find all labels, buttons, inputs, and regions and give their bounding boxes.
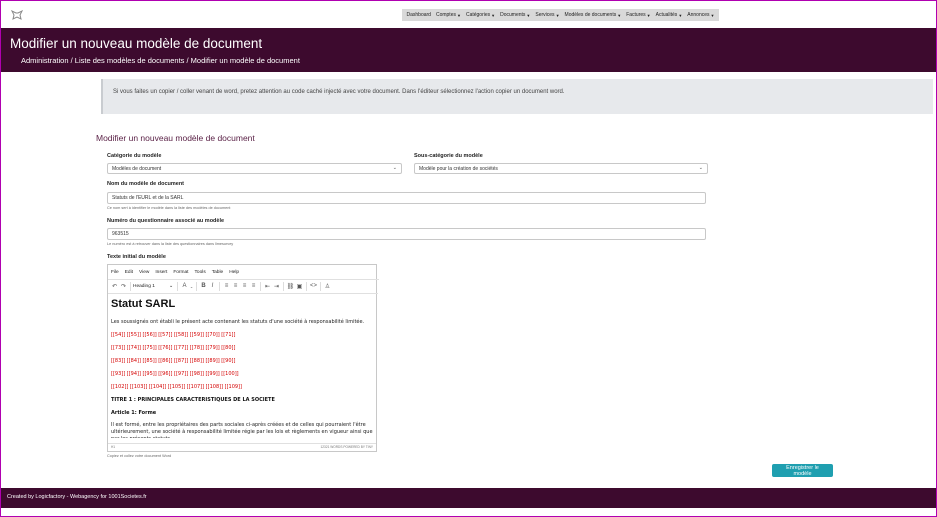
notice-text: Si vous faites un copier / coller venant…: [113, 89, 565, 95]
text-label: Texte initial du modèle: [107, 254, 166, 260]
nav-services[interactable]: Services ▼: [533, 12, 562, 18]
toolbar-divider: [260, 281, 261, 291]
main-nav: Dashboard Comptes ▼ Catégories ▼ Documents…: [402, 9, 719, 21]
doc-title-1: TITRE 1 : PRINCIPALES CARACTERISTIQUES D…: [111, 397, 275, 403]
toolbar-divider: [196, 281, 197, 291]
doc-article-1: Article 1: Forme: [111, 410, 157, 416]
toolbar-divider: [130, 281, 131, 291]
survey-label: Numéro du questionnaire associé au modèl…: [107, 218, 225, 224]
footer-text: Created by Logicfactory - Webagency for …: [7, 494, 147, 500]
align-left-icon[interactable]: ≡: [222, 283, 231, 289]
form-title: Modifier un nouveau modèle de document: [96, 133, 255, 143]
align-center-icon[interactable]: ≡: [231, 283, 240, 289]
rich-text-editor[interactable]: File Edit View Insert Format Tools Table…: [107, 264, 379, 452]
nav-documents[interactable]: Documents ▼: [498, 12, 533, 18]
menu-insert[interactable]: Insert: [155, 270, 167, 275]
doc-intro: Les soussignés ont établi le présent act…: [111, 319, 365, 325]
text-color-icon[interactable]: A: [180, 283, 189, 289]
toolbar-divider: [177, 281, 178, 291]
subcategory-value: Modèle pour la création de sociétés: [419, 166, 498, 172]
caret-down-icon: ▼: [526, 12, 531, 18]
bold-icon[interactable]: B: [199, 283, 208, 289]
editor-menubar: File Edit View Insert Format Tools Table…: [108, 265, 379, 280]
field-line: [[54]] [[55]] [[56]] [[57]] [[58]] [[59]…: [111, 332, 236, 338]
menu-table[interactable]: Table: [212, 270, 223, 275]
caret-down-icon: ▼: [617, 12, 622, 18]
italic-icon[interactable]: I: [208, 283, 217, 289]
redo-icon[interactable]: ↷: [119, 283, 128, 290]
menu-file[interactable]: File: [111, 270, 119, 275]
block-format-value: Heading 1: [133, 283, 155, 289]
code-icon[interactable]: <>: [309, 283, 318, 289]
nav-modeles[interactable]: Modèles de documents ▼: [562, 12, 624, 18]
doc-heading: Statut SARL: [111, 298, 176, 310]
editor-content[interactable]: Statut SARL Les soussignés ont établi le…: [111, 298, 373, 438]
nav-dashboard[interactable]: Dashboard: [404, 12, 433, 18]
link-icon[interactable]: ⛓: [286, 283, 295, 290]
align-right-icon[interactable]: ≡: [240, 283, 249, 289]
caret-down-icon: ▼: [456, 12, 461, 18]
word-count: 12321 WORDS POWERED BY TINY: [320, 445, 374, 449]
menu-format[interactable]: Format: [173, 270, 188, 275]
menu-edit[interactable]: Edit: [125, 270, 133, 275]
chevron-down-icon: ⌄: [392, 165, 397, 171]
name-input[interactable]: Statuts de l'EURL et de la SARL: [107, 192, 706, 204]
logo-icon[interactable]: [10, 8, 24, 20]
survey-input[interactable]: 963515: [107, 228, 706, 240]
toolbar-divider: [320, 281, 321, 291]
nav-factures[interactable]: Factures ▼: [624, 12, 653, 18]
chevron-down-icon: ⌄: [168, 283, 173, 289]
text-help: Copiez et collez votre document Word: [107, 454, 172, 458]
survey-help: Le numéro est à retrouver dans la liste …: [107, 242, 234, 246]
align-justify-icon[interactable]: ≡: [249, 283, 258, 289]
category-value: Modèles de document: [112, 166, 162, 172]
field-line: [[73]] [[74]] [[75]] [[76]] [[77]] [[78]…: [111, 345, 236, 351]
field-line: [[83]] [[84]] [[85]] [[86]] [[87]] [[88]…: [111, 358, 236, 364]
nav-categories[interactable]: Catégories ▼: [463, 12, 497, 18]
name-help: Ce nom sert à identifier le modèle dans …: [107, 206, 231, 210]
doc-article-1-text: Il est formé, entre les propriétaires de…: [111, 422, 373, 438]
chevron-down-icon: ⌄: [698, 165, 703, 171]
nav-actualites[interactable]: Actualités ▼: [653, 12, 685, 18]
element-path: H1: [111, 445, 116, 449]
undo-icon[interactable]: ↶: [110, 283, 119, 290]
breadcrumb: Administration / Liste des modèles de do…: [21, 56, 300, 65]
caret-down-icon: ▼: [646, 12, 651, 18]
page-title: Modifier un nouveau modèle de document: [10, 36, 263, 51]
field-line: [[102]] [[103]] [[104]] [[105]] [[107]] …: [111, 384, 242, 390]
category-label: Catégorie du modèle: [107, 153, 162, 159]
notice-box: Si vous faites un copier / coller venant…: [101, 79, 933, 114]
outdent-icon[interactable]: ⇤: [263, 283, 272, 290]
name-label: Nom du modèle de document: [107, 181, 185, 187]
subcategory-select[interactable]: Modèle pour la création de sociétés ⌄: [414, 163, 708, 174]
save-button[interactable]: Enregistrer le modèle: [772, 464, 833, 477]
nav-comptes[interactable]: Comptes ▼: [433, 12, 463, 18]
page-footer: Created by Logicfactory - Webagency for …: [1, 488, 936, 508]
toolbar-divider: [219, 281, 220, 291]
toolbar-divider: [306, 281, 307, 291]
chevron-down-icon[interactable]: ⌄: [189, 284, 194, 289]
menu-help[interactable]: Help: [229, 270, 239, 275]
editor-statusbar: H1 12321 WORDS POWERED BY TINY: [108, 443, 376, 451]
subcategory-label: Sous-catégorie du modèle: [414, 153, 483, 159]
caret-down-icon: ▼: [678, 12, 683, 18]
nav-annonces[interactable]: Annonces ▼: [685, 12, 717, 18]
block-format-select[interactable]: Heading 1 ⌄: [133, 284, 175, 289]
indent-icon[interactable]: ⇥: [272, 283, 281, 290]
page-header: Modifier un nouveau modèle de document A…: [1, 28, 936, 72]
caret-down-icon: ▼: [710, 12, 715, 18]
top-bar: Dashboard Comptes ▼ Catégories ▼ Documents…: [1, 1, 936, 28]
user-icon[interactable]: ♙: [323, 283, 332, 290]
category-select[interactable]: Modèles de document ⌄: [107, 163, 402, 174]
field-line: [[93]] [[94]] [[95]] [[96]] [[97]] [[98]…: [111, 371, 239, 377]
caret-down-icon: ▼: [491, 12, 496, 18]
menu-view[interactable]: View: [139, 270, 149, 275]
caret-down-icon: ▼: [555, 12, 560, 18]
toolbar-divider: [283, 281, 284, 291]
editor-toolbar: ↶ ↷ Heading 1 ⌄ A ⌄ B I ≡ ≡ ≡ ≡ ⇤ ⇥ ⛓ ▣ <…: [108, 279, 378, 294]
menu-tools[interactable]: Tools: [195, 270, 206, 275]
image-icon[interactable]: ▣: [295, 283, 304, 290]
